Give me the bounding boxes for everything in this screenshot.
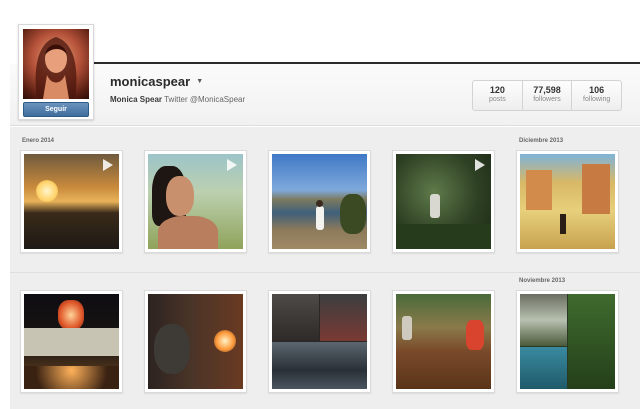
- stat-label: followers: [533, 96, 561, 103]
- photo-candle-portrait: [148, 294, 243, 389]
- photo-tile-lake-woman[interactable]: [268, 150, 371, 253]
- twitter-handle: Twitter @MonicaSpear: [164, 95, 246, 104]
- photo-tile-jungle-zipline[interactable]: [392, 150, 495, 253]
- photo-waterfall-collage: [520, 294, 615, 389]
- avatar-portrait-icon: [35, 37, 77, 99]
- photo-colonial-street-painting: [520, 154, 615, 249]
- video-play-icon: [227, 159, 237, 171]
- profile-subline: Monica Spear Twitter @MonicaSpear: [110, 95, 245, 104]
- photo-tile-candle-portrait[interactable]: [144, 290, 247, 393]
- photo-tile-waterfall-collage[interactable]: [516, 290, 619, 393]
- photo-tile-sunset[interactable]: [20, 150, 123, 253]
- stat-posts[interactable]: 120 posts: [473, 81, 523, 110]
- avatar[interactable]: [23, 29, 89, 99]
- video-play-icon: [103, 159, 113, 171]
- photo-tile-lantern-church[interactable]: [20, 290, 123, 393]
- stat-value: 106: [589, 85, 605, 95]
- section-divider: [10, 272, 640, 273]
- stat-following[interactable]: 106 following: [572, 81, 621, 110]
- username-row: monicaspear ▼: [110, 74, 203, 89]
- stat-value: 77,598: [533, 85, 561, 95]
- photo-tile-collage-dusk[interactable]: [268, 290, 371, 393]
- stat-label: posts: [488, 96, 506, 103]
- photo-jungle-zipline: [396, 154, 491, 249]
- top-blank-area: [0, 0, 640, 63]
- profile-stats: 120 posts 77,598 followers 106 following: [472, 80, 622, 111]
- stat-label: following: [583, 96, 611, 103]
- month-label-enero-2014: Enero 2014: [22, 138, 55, 144]
- username: monicaspear: [110, 74, 191, 89]
- photo-tile-colonial-street-painting[interactable]: [516, 150, 619, 253]
- photo-lantern-church: [24, 294, 119, 389]
- full-name: Monica Spear: [110, 95, 163, 104]
- photo-collage-dusk: [272, 294, 367, 389]
- photo-tile-woman-field[interactable]: [144, 150, 247, 253]
- stat-value: 120: [489, 85, 505, 95]
- follow-button[interactable]: Seguir: [23, 102, 89, 117]
- photo-sunset: [24, 154, 119, 249]
- photo-woman-field: [148, 154, 243, 249]
- profile-avatar-card: Seguir: [18, 24, 94, 120]
- video-play-icon: [475, 159, 485, 171]
- stat-followers[interactable]: 77,598 followers: [523, 81, 573, 110]
- photo-tile-wooden-deck[interactable]: [392, 290, 495, 393]
- photo-lake-woman: [272, 154, 367, 249]
- photo-wooden-deck: [396, 294, 491, 389]
- chevron-down-icon[interactable]: ▼: [196, 78, 203, 85]
- month-label-diciembre-2013: Diciembre 2013: [519, 138, 564, 144]
- month-label-noviembre-2013: Noviembre 2013: [519, 278, 566, 284]
